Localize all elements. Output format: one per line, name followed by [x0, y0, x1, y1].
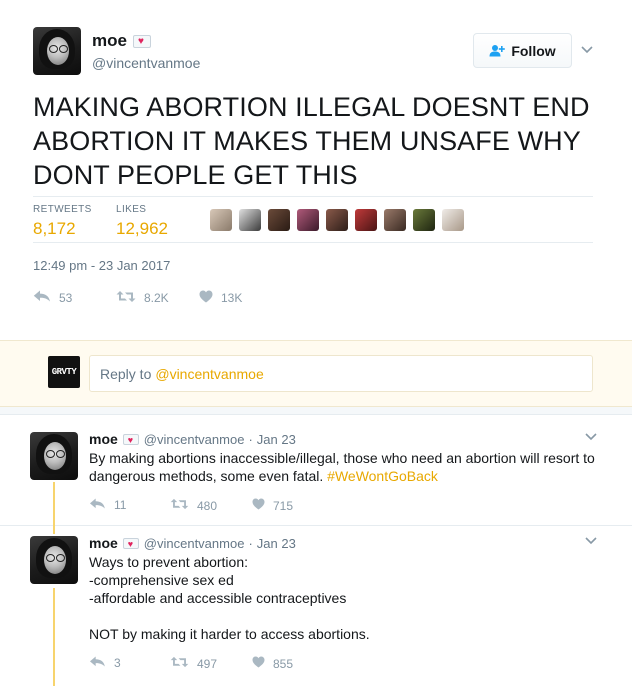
reply-tweet[interactable]: moe ♥ @vincentvanmoe · Jan 23 Ways to pr…: [0, 526, 632, 686]
liker-avatar[interactable]: [326, 209, 348, 231]
author-handle[interactable]: @vincentvanmoe: [92, 55, 200, 71]
likes-label: LIKES: [116, 204, 147, 215]
reply-count: 11: [114, 498, 127, 512]
follow-label: Follow: [511, 42, 556, 59]
chevron-down-icon[interactable]: [580, 43, 594, 57]
reply-date[interactable]: Jan 23: [257, 536, 296, 551]
reply-actions: 3 497 855: [89, 656, 349, 671]
author-display-name[interactable]: moe: [92, 31, 127, 51]
liker-avatar[interactable]: [297, 209, 319, 231]
liker-avatar[interactable]: [384, 209, 406, 231]
author-avatar[interactable]: [33, 27, 81, 75]
reply-actions: 11 480 715: [89, 498, 349, 513]
reply-button[interactable]: 53: [33, 290, 72, 305]
like-button[interactable]: 715: [252, 498, 293, 513]
like-button[interactable]: 855: [252, 656, 293, 671]
retweets-label: RETWEETS: [33, 204, 92, 215]
liker-avatar[interactable]: [268, 209, 290, 231]
thread-line: [53, 482, 55, 526]
chevron-down-icon[interactable]: [584, 430, 598, 444]
liker-avatar[interactable]: [442, 209, 464, 231]
retweet-count: 8.2K: [144, 291, 169, 305]
follow-button[interactable]: Follow: [473, 33, 572, 68]
like-button[interactable]: 13K: [199, 290, 242, 306]
retweet-icon: [170, 498, 189, 513]
reply-author-name[interactable]: moe: [89, 535, 118, 551]
retweet-count: 480: [197, 498, 218, 513]
heart-icon: [252, 498, 265, 513]
reply-count: 53: [59, 290, 73, 305]
reply-text: By making abortions inaccessible/illegal…: [89, 449, 599, 485]
heart-icon: [199, 290, 213, 306]
current-user-avatar[interactable]: GRVTY: [48, 356, 80, 388]
like-count: 13K: [221, 291, 243, 305]
love-letter-icon: ♥: [122, 433, 139, 445]
retweet-button[interactable]: 480: [170, 498, 217, 513]
reply-input[interactable]: Reply to @vincentvanmoe: [89, 355, 593, 392]
retweet-icon: [116, 290, 136, 306]
liker-avatar[interactable]: [210, 209, 232, 231]
retweet-icon: [170, 656, 189, 671]
retweet-button[interactable]: 497: [170, 656, 217, 671]
like-count: 855: [273, 656, 294, 671]
retweets-count: 8,172: [33, 219, 76, 238]
thread-line: [53, 526, 55, 534]
hashtag-link[interactable]: #WeWontGoBack: [327, 468, 438, 484]
liker-avatars: [210, 209, 471, 231]
liker-avatar[interactable]: [355, 209, 377, 231]
reply-button[interactable]: 11: [89, 498, 126, 512]
reply-author-handle[interactable]: @vincentvanmoe: [144, 432, 245, 447]
separator-dot: ·: [248, 431, 253, 447]
reply-author-avatar[interactable]: [30, 432, 78, 480]
tweet-actions: 53 8.2K 13K: [33, 290, 293, 306]
user-plus-icon: [489, 44, 506, 57]
reply-header: moe ♥ @vincentvanmoe · Jan 23: [89, 431, 296, 447]
retweets-stat[interactable]: RETWEETS 8,172: [33, 204, 92, 239]
liker-avatar[interactable]: [413, 209, 435, 231]
tweet-timestamp[interactable]: 12:49 pm - 23 Jan 2017: [33, 258, 170, 273]
love-letter-icon: ♥: [122, 537, 139, 549]
reply-icon: [89, 656, 106, 670]
heart-icon: [252, 656, 265, 671]
author-name-row[interactable]: moe ♥: [92, 31, 151, 51]
reply-tweet[interactable]: moe ♥ @vincentvanmoe · Jan 23 By making …: [0, 420, 632, 526]
tweet-stats: RETWEETS 8,172 LIKES 12,962: [33, 196, 593, 243]
reply-date[interactable]: Jan 23: [257, 432, 296, 447]
retweet-count: 497: [197, 656, 218, 671]
thread-line: [53, 588, 55, 686]
reply-author-name[interactable]: moe: [89, 431, 118, 447]
reply-author-handle[interactable]: @vincentvanmoe: [144, 536, 245, 551]
separator-dot: ·: [248, 535, 253, 551]
reply-button[interactable]: 3: [89, 656, 121, 670]
tweet-text: MAKING ABORTION ILLEGAL DOESNT END ABORT…: [33, 92, 590, 190]
reply-count: 3: [114, 656, 121, 670]
reply-icon: [89, 498, 106, 512]
love-letter-icon: ♥: [132, 34, 151, 48]
reply-author-avatar[interactable]: [30, 536, 78, 584]
likes-count: 12,962: [116, 219, 168, 238]
reply-prompt: Reply to: [100, 365, 152, 382]
divider: [0, 407, 632, 415]
reply-text: Ways to prevent abortion: -comprehensive…: [89, 554, 370, 642]
likes-stat[interactable]: LIKES 12,962: [116, 204, 168, 239]
retweet-button[interactable]: 8.2K: [116, 290, 169, 306]
main-tweet: moe ♥ @vincentvanmoe Follow MAKING ABORT…: [0, 0, 632, 340]
reply-header: moe ♥ @vincentvanmoe · Jan 23: [89, 535, 296, 551]
reply-icon: [33, 290, 51, 305]
like-count: 715: [273, 498, 294, 513]
chevron-down-icon[interactable]: [584, 534, 598, 548]
reply-mention: @vincentvanmoe: [155, 365, 264, 382]
liker-avatar[interactable]: [239, 209, 261, 231]
